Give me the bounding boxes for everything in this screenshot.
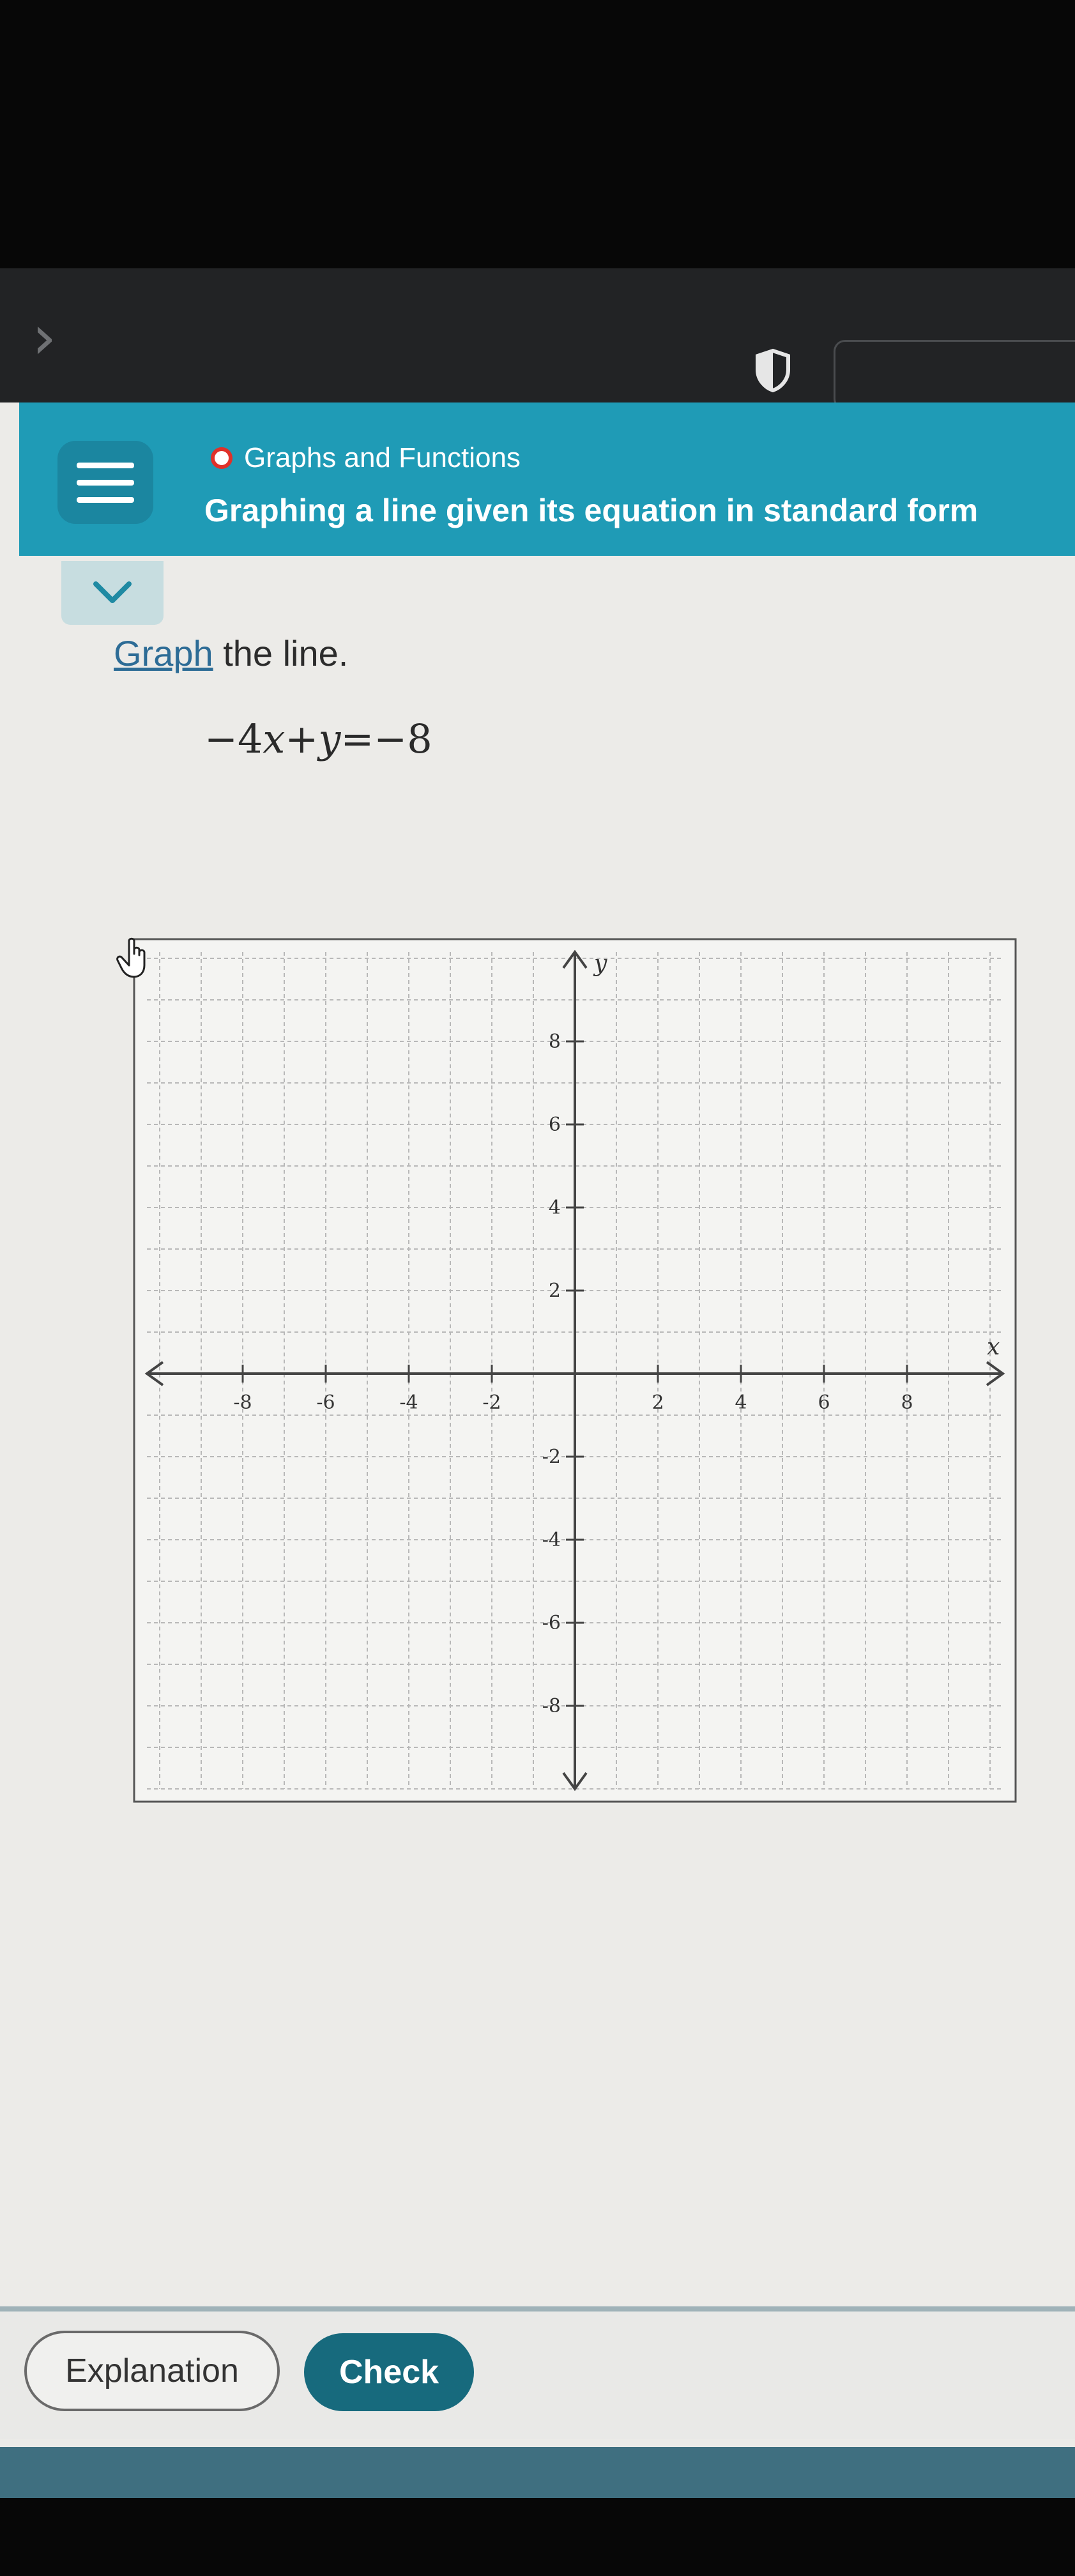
x-tick-label: 6 bbox=[818, 1392, 830, 1414]
check-button[interactable]: Check bbox=[304, 2333, 474, 2411]
x-axis-label: x bbox=[987, 1334, 1000, 1360]
chevron-down-icon bbox=[93, 581, 132, 603]
menu-button[interactable] bbox=[57, 441, 153, 524]
equation-part: −4 bbox=[204, 716, 263, 762]
y-tick-label: -4 bbox=[542, 1529, 561, 1551]
x-tick-label: 4 bbox=[735, 1392, 747, 1414]
menu-icon-bar bbox=[77, 479, 134, 486]
instruction-text: the line. bbox=[213, 633, 349, 673]
back-chevron-icon[interactable]: › bbox=[32, 307, 56, 368]
x-tick-label: -6 bbox=[316, 1392, 335, 1414]
shield-icon[interactable] bbox=[754, 348, 792, 393]
equation-var: x bbox=[263, 716, 286, 762]
collapse-button[interactable] bbox=[61, 561, 164, 625]
equation-part: + bbox=[285, 716, 319, 762]
hand-pointer-icon bbox=[115, 936, 153, 984]
y-tick-label: -2 bbox=[542, 1446, 561, 1468]
y-axis-label: y bbox=[593, 951, 607, 977]
topic-label: Graphs and Functions bbox=[244, 442, 521, 473]
graph-canvas[interactable]: -8 -6 -4 -2 2 4 6 8 8 6 4 2 -2 -4 -6 -8 x y bbox=[128, 933, 1035, 1818]
browser-toolbar: › bbox=[0, 268, 1075, 410]
y-tick-label: 8 bbox=[549, 1031, 561, 1053]
y-tick-label: 4 bbox=[549, 1197, 561, 1219]
x-tick-label: -4 bbox=[399, 1392, 418, 1414]
menu-icon-bar bbox=[77, 496, 134, 503]
topic-row: Graphs and Functions bbox=[211, 442, 521, 474]
y-tick-label: 6 bbox=[549, 1114, 561, 1136]
equation: −4x+y=−8 bbox=[204, 716, 432, 762]
footer-divider bbox=[0, 2306, 1075, 2312]
app-window: Graphs and Functions Graphing a line giv… bbox=[0, 402, 1075, 2472]
address-bar[interactable] bbox=[834, 340, 1075, 410]
equation-part: =−8 bbox=[340, 716, 432, 762]
x-tick-label: 2 bbox=[652, 1392, 664, 1414]
menu-icon bbox=[77, 462, 134, 468]
graph-link[interactable]: Graph bbox=[114, 633, 213, 673]
explanation-button[interactable]: Explanation bbox=[24, 2331, 280, 2411]
x-tick-label: -8 bbox=[233, 1392, 252, 1414]
instruction: Graph the line. bbox=[114, 632, 348, 674]
y-tick-label: 2 bbox=[549, 1280, 561, 1302]
x-tick-label: -2 bbox=[482, 1392, 501, 1414]
y-tick-label: -6 bbox=[542, 1612, 561, 1634]
y-tick-label: -8 bbox=[542, 1695, 561, 1717]
status-dot-icon bbox=[211, 447, 233, 469]
lesson-header: Graphs and Functions Graphing a line giv… bbox=[19, 402, 1075, 556]
x-tick-label: 8 bbox=[901, 1392, 913, 1414]
footer: Explanation Check bbox=[0, 2312, 1075, 2439]
bottom-strip bbox=[0, 2447, 1075, 2498]
equation-var: y bbox=[318, 716, 341, 762]
lesson-title: Graphing a line given its equation in st… bbox=[204, 493, 979, 528]
